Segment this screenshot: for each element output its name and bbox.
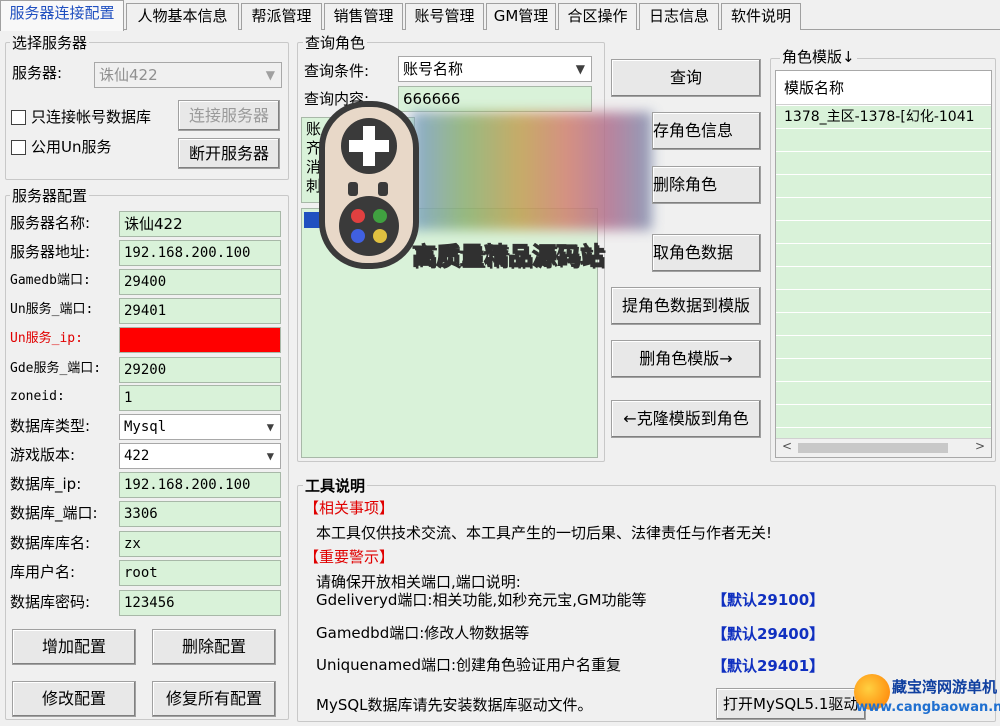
db-password-field[interactable]: 123456 xyxy=(119,590,281,616)
query-condition-select[interactable]: 账号名称 ▼ xyxy=(398,56,592,82)
select-server-title: 选择服务器 xyxy=(10,32,90,53)
query-content-field[interactable]: 666666 xyxy=(398,86,592,112)
server-name-label: 服务器名称: xyxy=(10,214,91,232)
template-list-header: 模版名称 xyxy=(776,71,991,105)
server-label: 服务器: xyxy=(12,64,63,82)
db-user-label: 库用户名: xyxy=(10,563,76,581)
server-select[interactable]: 诛仙422 ▼ xyxy=(94,62,282,88)
tool-notes-title: 工具说明 xyxy=(303,475,368,496)
db-name-label: 数据库库名: xyxy=(10,534,91,552)
important-warning-heading: 【重要警示】 xyxy=(304,548,395,566)
scrollbar-thumb[interactable] xyxy=(798,443,948,453)
server-config-title: 服务器配置 xyxy=(10,185,90,206)
gdelivery-port-text: Gdeliveryd端口:相关功能,如秒充元宝,GM功能等 xyxy=(316,591,647,609)
query-button[interactable]: 查询 xyxy=(611,59,761,97)
server-address-label: 服务器地址: xyxy=(10,243,91,261)
public-un-label: 公用Un服务 xyxy=(31,138,112,156)
uniquenamed-port-text: Uniquenamed端口:创建角色验证用户名重复 xyxy=(316,656,622,674)
tab-gm[interactable]: GM管理 xyxy=(486,3,556,30)
un-service-ip-field[interactable] xyxy=(119,327,281,353)
server-select-value: 诛仙422 xyxy=(99,66,158,84)
gamepad-icon xyxy=(318,100,420,270)
db-ip-label: 数据库_ip: xyxy=(10,475,82,493)
db-type-label: 数据库类型: xyxy=(10,417,91,435)
blurred-area xyxy=(412,112,652,230)
template-list[interactable]: 模版名称 1378_主区-1378-[幻化-1041 < > xyxy=(775,70,992,458)
gamedb-port-label: Gamedb端口: xyxy=(10,273,91,288)
role-data-button[interactable]: 取角色数据 xyxy=(652,234,761,272)
gde-service-port-field[interactable]: 29200 xyxy=(119,357,281,383)
delete-role-button[interactable]: 删除角色 xyxy=(652,166,761,204)
db-type-select[interactable]: Mysql ▼ xyxy=(119,414,281,440)
tab-sales[interactable]: 销售管理 xyxy=(324,3,403,30)
scroll-left-icon[interactable]: < xyxy=(782,439,792,453)
delete-role-template-button[interactable]: 删角色模版→ xyxy=(611,340,761,378)
public-un-checkbox[interactable] xyxy=(11,140,26,155)
watermark-text: 高质量精品源码站 xyxy=(412,242,605,271)
db-port-field[interactable]: 3306 xyxy=(119,501,281,527)
zoneid-field[interactable]: 1 xyxy=(119,385,281,411)
corner-logo: 藏宝湾网游单机 www.cangbaowan.net xyxy=(852,668,1000,722)
template-row[interactable]: 1378_主区-1378-[幻化-1041 xyxy=(776,106,991,129)
gde-service-port-label: Gde服务_端口: xyxy=(10,361,102,376)
gdelivery-default-port: 【默认29100】 xyxy=(712,591,825,609)
server-name-field[interactable]: 诛仙422 xyxy=(119,211,281,237)
tab-server-connection[interactable]: 服务器连接配置 xyxy=(0,0,124,31)
chevron-down-icon: ▼ xyxy=(266,449,274,463)
modify-config-button[interactable]: 修改配置 xyxy=(12,681,136,717)
add-config-button[interactable]: 增加配置 xyxy=(12,629,136,665)
chevron-down-icon: ▼ xyxy=(575,62,585,76)
game-version-label: 游戏版本: xyxy=(10,446,76,464)
un-service-port-field[interactable]: 29401 xyxy=(119,298,281,324)
query-role-title: 查询角色 xyxy=(303,32,368,53)
template-rows: 1378_主区-1378-[幻化-1041 xyxy=(776,106,991,438)
tab-character-info[interactable]: 人物基本信息 xyxy=(126,3,239,30)
tab-merge-zone[interactable]: 合区操作 xyxy=(558,3,637,30)
server-address-field[interactable]: 192.168.200.100 xyxy=(119,240,281,266)
chevron-down-icon: ▼ xyxy=(265,68,275,82)
un-service-port-label: Un服务_端口: xyxy=(10,302,94,317)
tab-guild[interactable]: 帮派管理 xyxy=(241,3,322,30)
db-name-field[interactable]: zx xyxy=(119,531,281,557)
chevron-down-icon: ▼ xyxy=(266,420,274,434)
open-mysql-driver-button[interactable]: 打开MySQL5.1驱动 xyxy=(716,688,866,720)
tab-account[interactable]: 账号管理 xyxy=(405,3,484,30)
role-template-title: 角色模版↓ xyxy=(780,46,857,67)
db-port-label: 数据库_端口: xyxy=(10,504,98,522)
uniquenamed-default-port: 【默认29401】 xyxy=(712,657,825,675)
tab-about[interactable]: 软件说明 xyxy=(721,3,801,30)
scroll-right-icon[interactable]: > xyxy=(975,439,985,453)
game-version-select[interactable]: 422 ▼ xyxy=(119,443,281,469)
mysql-note-text: MySQL数据库请先安装数据库驱动文件。 xyxy=(316,696,593,714)
disconnect-server-button[interactable]: 断开服务器 xyxy=(178,138,280,169)
save-role-info-button[interactable]: 存角色信息 xyxy=(652,112,761,150)
un-service-ip-label: Un服务_ip: xyxy=(10,331,83,346)
gamedb-port-text: Gamedbd端口:修改人物数据等 xyxy=(316,624,530,642)
only-account-db-label: 只连接帐号数据库 xyxy=(31,108,152,126)
gamedb-default-port: 【默认29400】 xyxy=(712,625,825,643)
zoneid-label: zoneid: xyxy=(10,389,65,404)
logo-name: 藏宝湾网游单机 xyxy=(892,678,998,696)
game-version-value: 422 xyxy=(124,448,150,464)
repair-all-config-button[interactable]: 修复所有配置 xyxy=(152,681,276,717)
logo-url: www.cangbaowan.net xyxy=(856,700,1000,715)
db-user-field[interactable]: root xyxy=(119,560,281,586)
extract-role-to-template-button[interactable]: 提角色数据到模版 xyxy=(611,287,761,325)
delete-config-button[interactable]: 删除配置 xyxy=(152,629,276,665)
tab-bar: 服务器连接配置 人物基本信息 帮派管理 销售管理 账号管理 GM管理 合区操作 … xyxy=(0,0,1000,31)
db-type-value: Mysql xyxy=(124,419,167,435)
connect-server-button[interactable]: 连接服务器 xyxy=(178,100,280,131)
disclaimer-text: 本工具仅供技术交流、本工具产生的一切后果、法律责任与作者无关! xyxy=(316,524,773,542)
tab-logs[interactable]: 日志信息 xyxy=(639,3,719,30)
only-account-db-checkbox[interactable] xyxy=(11,110,26,125)
related-matters-heading: 【相关事项】 xyxy=(304,499,395,517)
query-condition-value: 账号名称 xyxy=(403,60,464,78)
db-ip-field[interactable]: 192.168.200.100 xyxy=(119,472,281,498)
gamedb-port-field[interactable]: 29400 xyxy=(119,269,281,295)
clone-template-to-role-button[interactable]: ←克隆模版到角色 xyxy=(611,400,761,438)
horizontal-scrollbar[interactable]: < > xyxy=(776,438,991,457)
query-condition-label: 查询条件: xyxy=(304,62,370,80)
db-password-label: 数据库密码: xyxy=(10,593,91,611)
